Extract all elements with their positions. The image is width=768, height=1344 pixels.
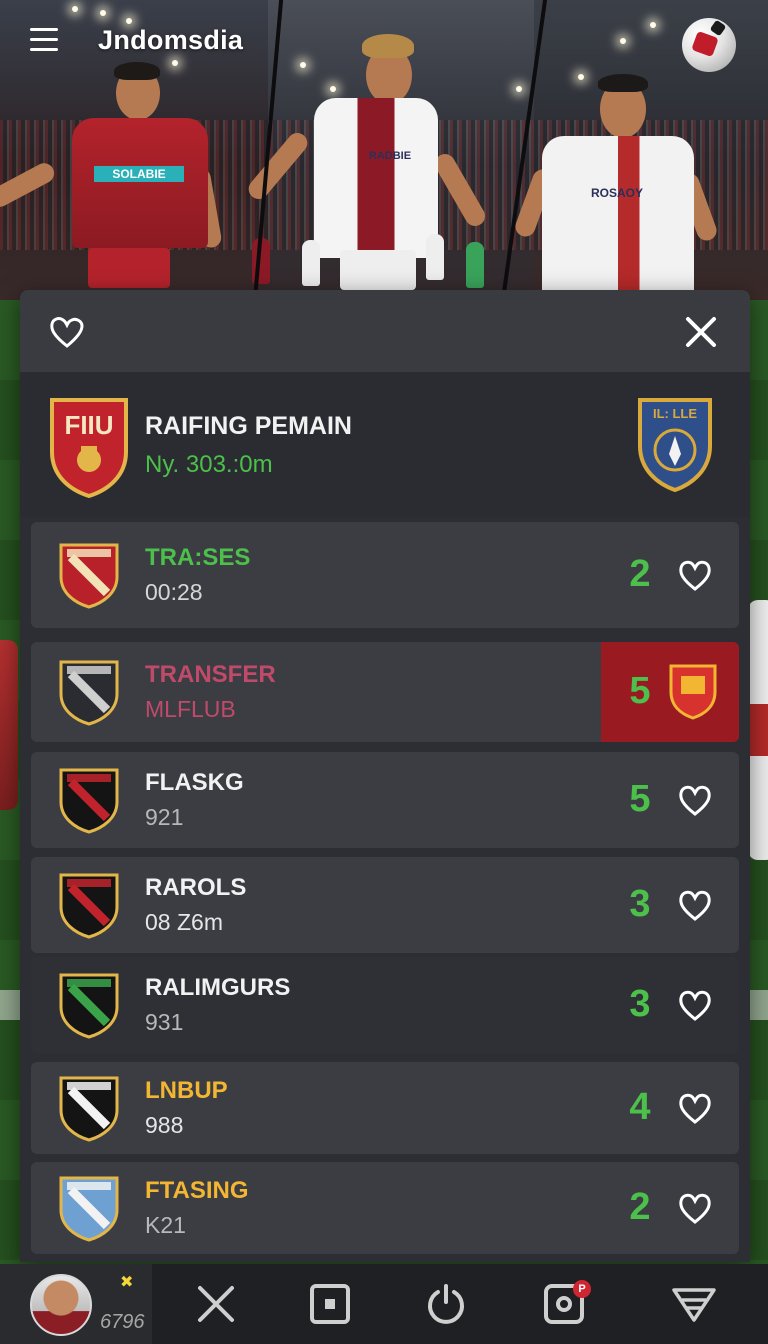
stadium-light xyxy=(620,38,626,44)
avatar[interactable] xyxy=(30,1274,92,1336)
row-title: LNBUP xyxy=(145,1077,228,1104)
notification-badge: P xyxy=(573,1280,591,1298)
player-rating-row[interactable]: RAROLS 08 Z6m 3 xyxy=(31,857,739,953)
app-title: Jndomsdia xyxy=(98,25,244,55)
panel-header: FIIU RAIFING PEMAIN Ny. 303.:0m IL: LLE xyxy=(20,372,750,517)
player-rating-row[interactable]: FTASING K21 2 xyxy=(31,1162,739,1254)
hamburger-menu-icon[interactable] xyxy=(30,28,58,52)
football-icon[interactable] xyxy=(682,18,736,72)
club-crest-icon: FIIU xyxy=(48,396,130,498)
player-rating-panel: FIIU RAIFING PEMAIN Ny. 303.:0m IL: LLE … xyxy=(20,290,750,1262)
heart-icon[interactable] xyxy=(677,888,713,922)
club-crest-icon xyxy=(53,1072,125,1149)
rating-score: 5 xyxy=(629,670,651,712)
heart-icon[interactable] xyxy=(677,558,713,592)
league-badge-icon: IL: LLE xyxy=(636,396,714,492)
player-rating-row[interactable]: FLASKG 921 5 xyxy=(31,752,739,848)
row-meta: 988 xyxy=(145,1112,184,1138)
stadium-light xyxy=(516,86,522,92)
rating-score: 2 xyxy=(629,553,651,595)
player-rating-row[interactable]: TRANSFER MLFLUB 5 xyxy=(31,642,739,742)
stadium-light xyxy=(330,86,336,92)
row-title: TRA:SES xyxy=(145,544,251,571)
stadium-light xyxy=(126,18,132,24)
sparkle-icon: ✖ xyxy=(120,1274,134,1291)
player-rating-row[interactable]: RALIMGURS 931 3 xyxy=(31,957,739,1053)
badge-text: IL: LLE xyxy=(653,406,697,421)
profile-button[interactable]: ✖ 6796 xyxy=(0,1264,152,1344)
heart-icon[interactable] xyxy=(677,988,713,1022)
row-meta: MLFLUB xyxy=(145,696,236,722)
stadium-light xyxy=(300,62,306,68)
club-crest-icon xyxy=(53,764,125,841)
rating-score: 4 xyxy=(629,1086,651,1128)
crest-text: FIIU xyxy=(64,410,113,440)
stadium-light xyxy=(578,74,584,80)
club-crest-icon xyxy=(53,656,125,733)
close-icon[interactable] xyxy=(682,313,720,351)
jersey-sponsor: RADBIE xyxy=(368,150,412,162)
row-meta: 921 xyxy=(145,804,184,830)
club-crest-icon xyxy=(53,969,125,1046)
club-badge-icon xyxy=(667,662,719,722)
panel-subtitle: Ny. 303.:0m xyxy=(145,451,273,478)
heart-icon[interactable] xyxy=(677,1191,713,1225)
bottom-navigation: ✖ 6796 xyxy=(0,1264,768,1344)
power-icon[interactable] xyxy=(424,1282,468,1326)
coin-balance: 6796 xyxy=(100,1311,145,1333)
row-title: RALIMGURS xyxy=(145,974,291,1001)
row-meta: 08 Z6m xyxy=(145,909,223,935)
heart-icon[interactable] xyxy=(48,313,86,351)
close-cross-icon[interactable] xyxy=(194,1282,238,1326)
filter-icon[interactable] xyxy=(670,1282,716,1326)
club-crest-icon xyxy=(53,869,125,946)
stadium-light xyxy=(650,22,656,28)
stadium-light xyxy=(172,60,178,66)
jersey-sponsor: ROSAOY xyxy=(590,186,643,200)
jersey-sponsor: SOLABIE xyxy=(94,166,184,182)
panel-toolbar xyxy=(20,290,750,372)
row-title: RAROLS xyxy=(145,874,247,901)
row-title: FLASKG xyxy=(145,769,244,796)
club-crest-icon xyxy=(53,1172,125,1249)
row-meta: K21 xyxy=(145,1212,186,1238)
heart-icon[interactable] xyxy=(677,783,713,817)
row-meta: 931 xyxy=(145,1009,184,1035)
rating-score: 2 xyxy=(629,1186,651,1228)
player-rating-row[interactable]: LNBUP 988 4 xyxy=(31,1062,739,1154)
square-target-icon[interactable] xyxy=(308,1282,352,1326)
row-title: FTASING xyxy=(145,1177,249,1204)
club-crest-icon xyxy=(53,539,125,616)
rating-score: 5 xyxy=(629,778,651,820)
rating-score: 3 xyxy=(629,983,651,1025)
row-meta: 00:28 xyxy=(145,579,203,605)
player-rating-row[interactable]: TRA:SES 00:28 2 xyxy=(31,522,739,628)
stadium-light xyxy=(100,10,106,16)
stadium-light xyxy=(72,6,78,12)
heart-icon[interactable] xyxy=(677,1091,713,1125)
row-title: TRANSFER xyxy=(145,661,276,688)
rating-score: 3 xyxy=(629,883,651,925)
panel-title: RAIFING PEMAIN xyxy=(145,412,352,440)
